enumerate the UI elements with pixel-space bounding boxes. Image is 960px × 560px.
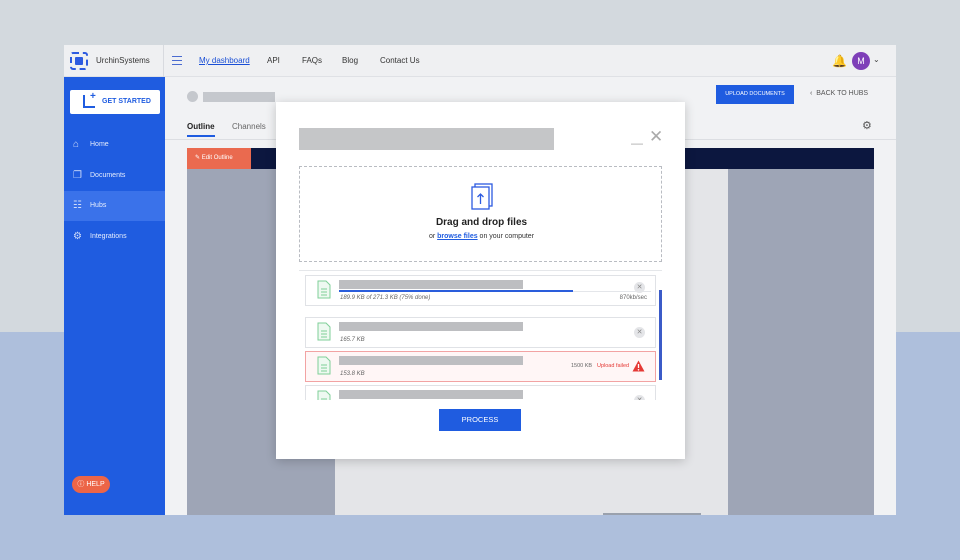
chevron-down-icon[interactable]: ⌄: [873, 55, 880, 64]
file-icon: [317, 356, 331, 375]
sidebar-item-home[interactable]: ⌂ Home: [64, 130, 165, 160]
help-label: HELP: [86, 481, 105, 488]
sidebar-item-label: Hubs: [90, 202, 107, 209]
top-bar: UrchinSystems My dashboard API FAQs Blog…: [64, 45, 896, 77]
plus-icon: +: [90, 91, 96, 102]
warning-icon: [632, 360, 645, 372]
file-name-placeholder: [339, 280, 523, 289]
file-size-progress: 189.9 KB of 271.3 KB (75% done): [340, 295, 431, 301]
size-limit: 1500 KB: [571, 363, 593, 369]
drop-zone[interactable]: Drag and drop files or browse files on y…: [299, 166, 662, 262]
brand-name: UrchinSystems: [96, 56, 150, 65]
hubs-icon: ☷: [73, 200, 82, 211]
file-icon: [317, 322, 331, 341]
topbar-divider: [163, 45, 164, 77]
sidebar-item-label: Home: [90, 141, 109, 148]
upload-progress: [339, 290, 651, 292]
file-name-placeholder: [339, 390, 523, 399]
file-name-placeholder: [339, 322, 523, 331]
cancel-upload-icon[interactable]: ✕: [634, 282, 645, 293]
avatar[interactable]: M: [852, 52, 870, 70]
file-size: 165.7 KB: [340, 337, 365, 343]
edit-outline-button[interactable]: ✎ Edit Outline: [187, 148, 251, 169]
file-name-placeholder: [339, 356, 523, 365]
remove-file-icon[interactable]: ✕: [634, 327, 645, 338]
file-icon: [317, 280, 331, 299]
minimize-icon[interactable]: —: [631, 136, 643, 150]
upload-documents-button[interactable]: UPLOAD DOCUMENTS: [716, 85, 794, 104]
menu-toggle-icon[interactable]: [172, 56, 182, 65]
integrations-icon: ⚙: [73, 231, 82, 242]
file-list[interactable]: 189.9 KB of 271.3 KB (75% done) 870kb/se…: [299, 270, 662, 400]
help-button[interactable]: ⓘ HELP: [72, 476, 110, 493]
get-started-button[interactable]: + GET STARTED: [70, 90, 160, 114]
nav-faqs[interactable]: FAQs: [302, 56, 322, 65]
file-item-uploading: 189.9 KB of 271.3 KB (75% done) 870kb/se…: [305, 275, 656, 306]
process-button[interactable]: PROCESS: [439, 409, 521, 431]
close-icon[interactable]: ✕: [649, 128, 663, 145]
get-started-label: GET STARTED: [102, 98, 151, 105]
nav-my-dashboard[interactable]: My dashboard: [199, 56, 250, 65]
tab-outline[interactable]: Outline: [187, 122, 215, 137]
upload-files-icon: [471, 183, 493, 210]
upload-failed-text: Upload failed: [597, 363, 630, 369]
logo-icon: [70, 52, 88, 70]
drop-prefix: or: [428, 233, 438, 240]
remove-file-icon[interactable]: ✕: [634, 395, 645, 400]
file-item: ✕: [305, 385, 656, 400]
upload-modal: — ✕ Drag and drop files or browse files …: [276, 102, 685, 459]
documents-icon: ❐: [73, 170, 82, 181]
upload-speed: 870kb/sec: [619, 295, 647, 301]
sidebar-item-documents[interactable]: ❐ Documents: [64, 161, 165, 191]
sidebar-item-integrations[interactable]: ⚙ Integrations: [64, 222, 165, 252]
sidebar-item-label: Documents: [90, 172, 126, 179]
nav-contact-us[interactable]: Contact Us: [380, 56, 420, 65]
back-to-hubs-label: BACK TO HUBS: [816, 90, 869, 97]
edit-outline-label: Edit Outline: [201, 155, 233, 161]
file-list-scrollbar[interactable]: [659, 290, 662, 380]
back-to-hubs-link[interactable]: ‹ BACK TO HUBS: [810, 90, 868, 97]
sidebar-item-hubs[interactable]: ☷ Hubs: [64, 191, 165, 221]
nav-blog[interactable]: Blog: [342, 56, 358, 65]
browse-files-link[interactable]: browse files: [437, 233, 477, 240]
drop-subtitle: or browse files on your computer: [300, 233, 663, 240]
outline-right-panel: [728, 169, 874, 515]
drop-title: Drag and drop files: [435, 217, 528, 228]
placeholder-line: [603, 513, 701, 515]
gear-icon[interactable]: ⚙: [862, 119, 872, 132]
file-icon: [317, 390, 331, 400]
sidebar: + GET STARTED ⌂ Home ❐ Documents ☷ Hubs …: [64, 77, 165, 515]
modal-title-placeholder: [299, 128, 554, 150]
bell-icon[interactable]: 🔔: [832, 54, 847, 68]
file-size: 153.8 KB: [340, 371, 365, 377]
file-item-failed: 153.8 KB 1500 KB Upload failed: [305, 351, 656, 382]
tab-channels[interactable]: Channels: [232, 122, 266, 131]
upload-progress-fill: [339, 290, 573, 292]
file-item: 165.7 KB ✕: [305, 317, 656, 348]
drop-suffix: on your computer: [477, 233, 535, 240]
home-icon: ⌂: [73, 139, 80, 150]
hub-title-placeholder: [203, 92, 275, 102]
sidebar-item-label: Integrations: [90, 233, 127, 240]
hub-avatar-placeholder: [187, 91, 198, 102]
nav-api[interactable]: API: [267, 56, 280, 65]
